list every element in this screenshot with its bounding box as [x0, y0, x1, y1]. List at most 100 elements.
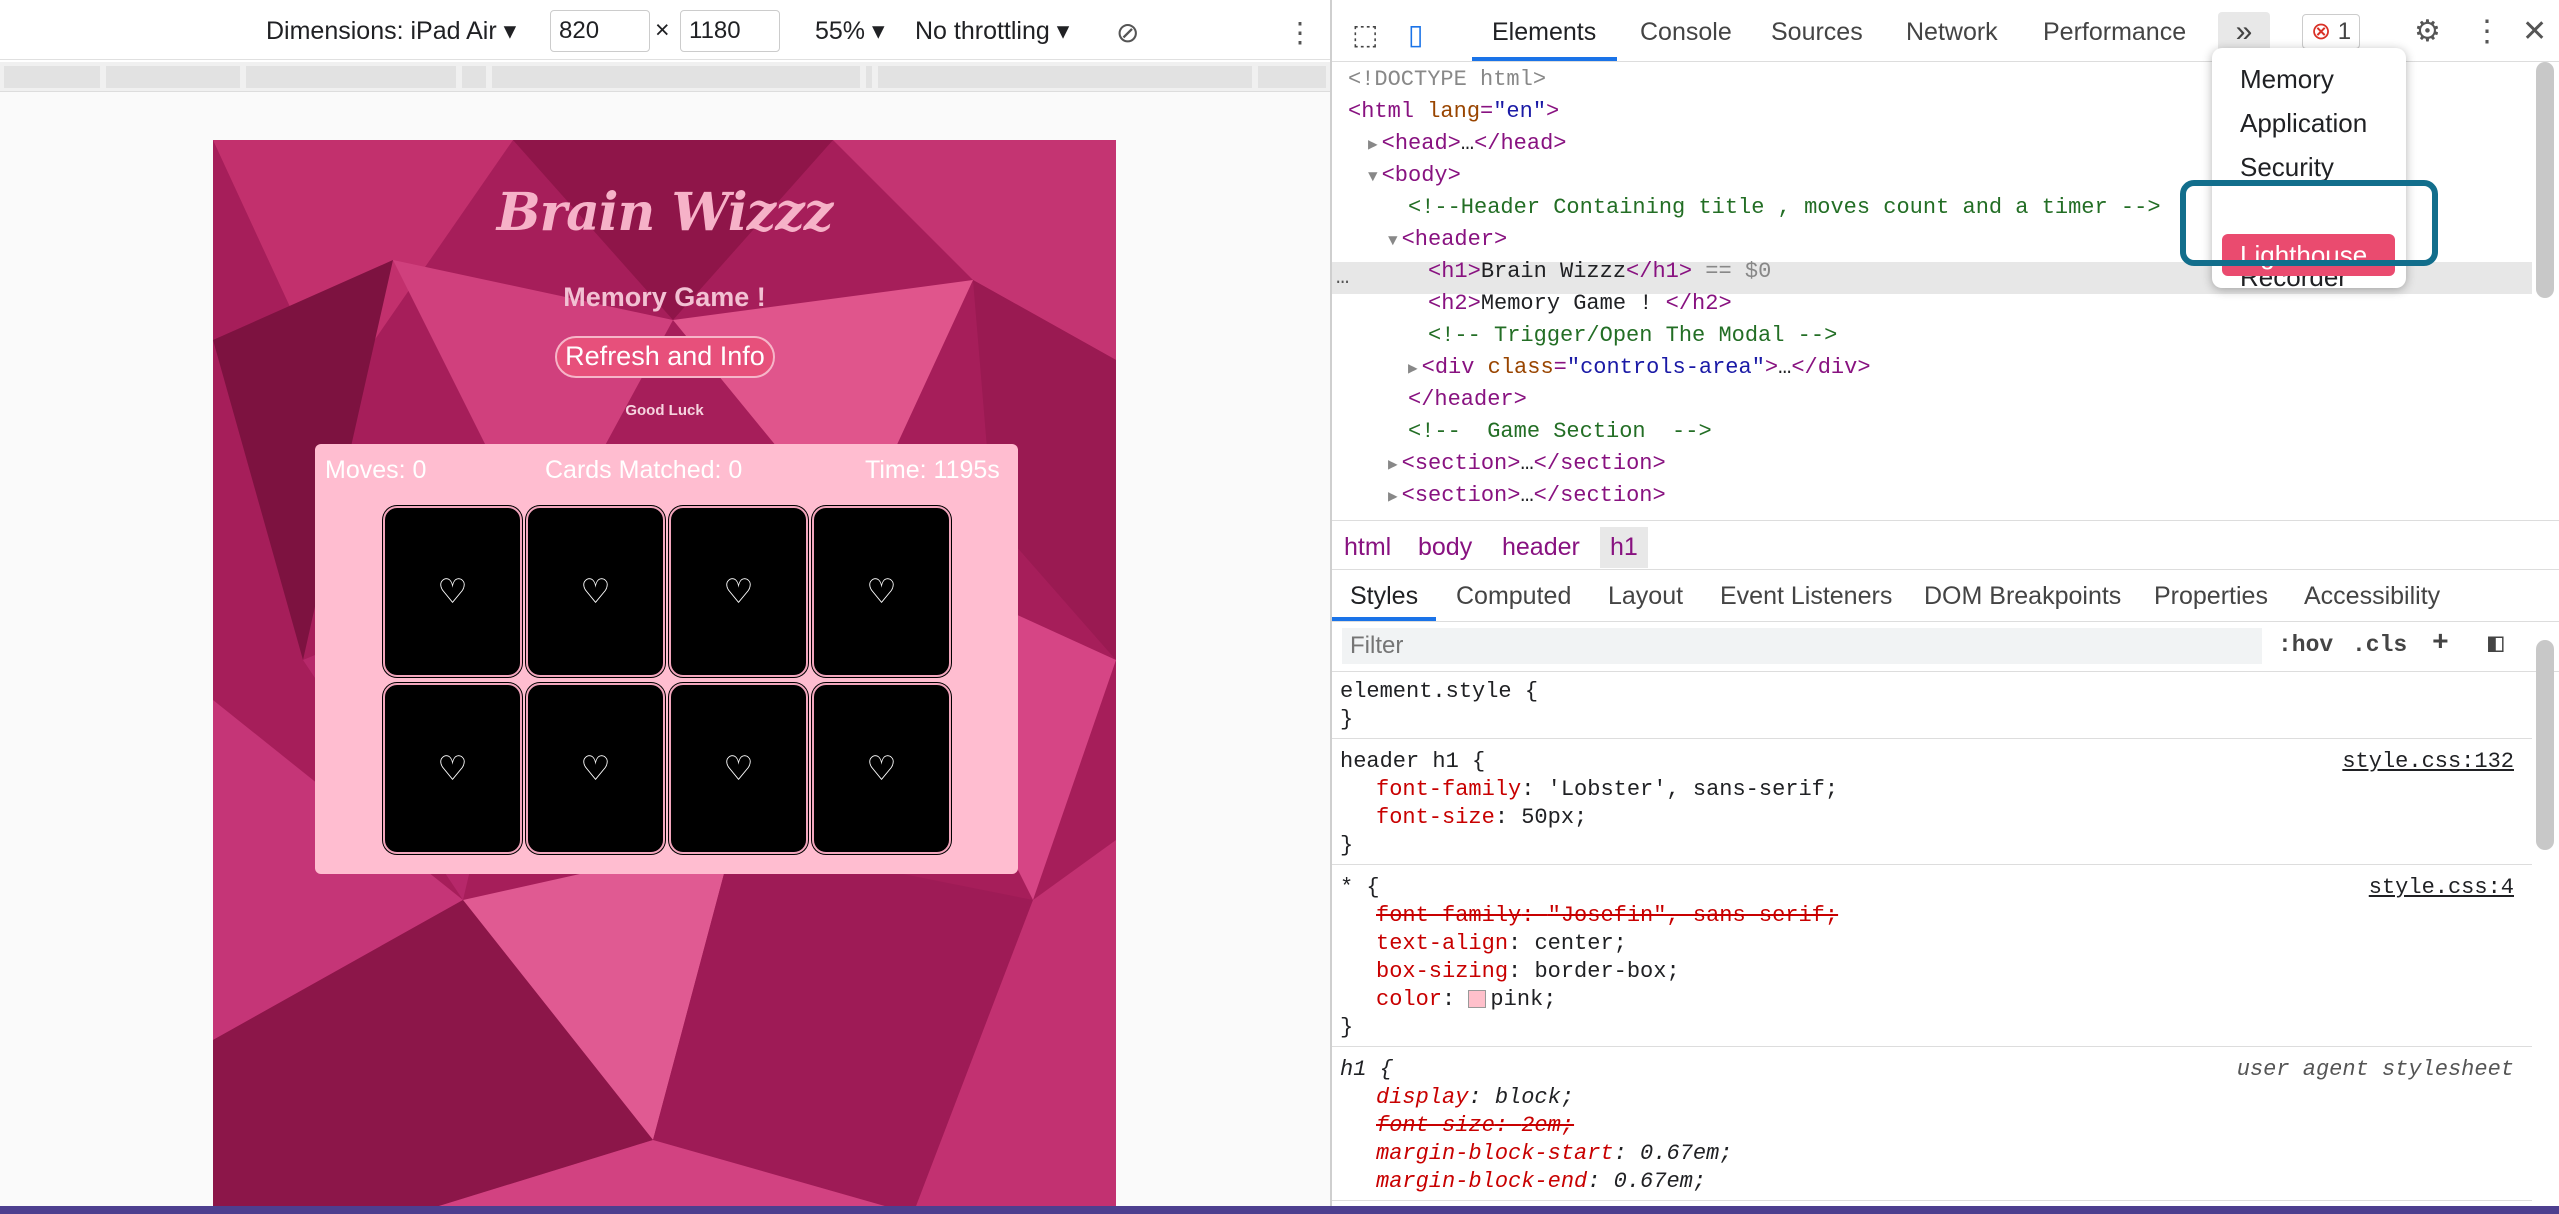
bottom-edge [0, 1206, 2559, 1214]
rule-selector[interactable]: * { [1340, 874, 1380, 902]
dom-token: </h1> [1626, 259, 1693, 284]
rule-source-link[interactable]: style.css:4 [2369, 874, 2514, 902]
more-tabs-button[interactable]: » [2218, 12, 2270, 52]
breadcrumb-h1[interactable]: h1 [1600, 527, 1648, 568]
heart-icon: ♡ [437, 572, 468, 612]
tab-network[interactable]: Network [1906, 18, 1998, 47]
rule-selector[interactable]: h1 { [1340, 1056, 1393, 1084]
tab-dom-breakpoints[interactable]: DOM Breakpoints [1924, 582, 2121, 611]
memory-card[interactable]: ♡ [526, 506, 665, 677]
tab-styles[interactable]: Styles [1350, 582, 1418, 611]
more-options-icon[interactable]: ⋮ [1286, 16, 1314, 49]
color-swatch[interactable] [1468, 990, 1487, 1009]
dom-token: … [1460, 131, 1475, 156]
style-declaration[interactable]: font-size: 50px; [1376, 804, 1587, 832]
dom-node-line[interactable]: ▶ <section>…</section> [1388, 480, 1666, 512]
dom-token: <head> [1381, 131, 1461, 156]
style-declaration[interactable]: box-sizing: border-box; [1376, 958, 1680, 986]
device-toggle-icon[interactable]: ▯ [1408, 18, 1423, 51]
dom-node-line[interactable]: <!-- Game Section --> [1408, 416, 1712, 448]
declaration-colon: : [1494, 1113, 1522, 1138]
device-width-input[interactable] [550, 10, 650, 52]
hov-toggle[interactable]: :hov [2278, 632, 2333, 658]
memory-card[interactable]: ♡ [812, 683, 951, 854]
tab-sources[interactable]: Sources [1771, 18, 1863, 47]
breadcrumb-html[interactable]: html [1344, 533, 1391, 562]
dom-node-line[interactable]: <html lang="en"> [1348, 96, 1559, 128]
settings-gear-icon[interactable]: ⚙ [2414, 14, 2441, 49]
tab-performance[interactable]: Performance [2043, 18, 2186, 47]
disclosure-triangle-icon: ▼ [1368, 168, 1378, 186]
throttling-select[interactable]: No throttling ▾ [915, 16, 1069, 46]
memory-card[interactable]: ♡ [669, 506, 808, 677]
memory-card[interactable]: ♡ [526, 683, 665, 854]
devtools-menu-icon[interactable]: ⋮ [2472, 14, 2502, 49]
refresh-info-button[interactable]: Refresh and Info [555, 336, 775, 378]
zoom-select[interactable]: 55% ▾ [815, 16, 885, 46]
style-declaration[interactable]: margin-block-start: 0.67em; [1376, 1140, 1732, 1168]
inspect-element-icon[interactable]: ⬚ [1352, 18, 1378, 51]
style-declaration[interactable]: display: block; [1376, 1084, 1574, 1112]
style-declaration[interactable]: text-align: center; [1376, 930, 1627, 958]
disclosure-triangle-icon: ▶ [1408, 360, 1418, 378]
declaration-colon: : [1508, 931, 1535, 956]
declaration-colon: : [1508, 959, 1535, 984]
property-value: 0.67em; [1640, 1141, 1733, 1166]
memory-card[interactable]: ♡ [669, 683, 808, 854]
memory-card[interactable]: ♡ [812, 506, 951, 677]
tab-properties[interactable]: Properties [2154, 582, 2268, 611]
style-declaration[interactable]: font-family: 'Lobster', sans-serif; [1376, 776, 1838, 804]
memory-card[interactable]: ♡ [383, 683, 522, 854]
menu-item-memory[interactable]: Memory [2240, 64, 2334, 95]
menu-item-application[interactable]: Application [2240, 108, 2367, 139]
dom-node-line[interactable]: <!DOCTYPE html> [1348, 64, 1546, 96]
dom-node-line[interactable]: <!--Header Containing title , moves coun… [1408, 192, 2161, 224]
dom-node-line[interactable]: <h1>Brain Wizzz</h1> == $0 [1428, 256, 1771, 288]
breadcrumb-header[interactable]: header [1502, 533, 1580, 562]
error-counter[interactable]: ⊗ 1 [2302, 14, 2361, 49]
style-declaration[interactable]: margin-block-end: 0.67em; [1376, 1168, 1706, 1196]
tab-elements[interactable]: Elements [1492, 18, 1596, 47]
dom-node-line[interactable]: </header> [1408, 384, 1527, 416]
breadcrumb-body[interactable]: body [1418, 533, 1472, 562]
tab-layout[interactable]: Layout [1608, 582, 1683, 611]
rule-selector[interactable]: header h1 { [1340, 748, 1485, 776]
styles-scrollbar[interactable] [2536, 640, 2554, 850]
dom-node-line[interactable]: <h2>Memory Game ! </h2> [1428, 288, 1732, 320]
dom-node-line[interactable]: ▶ <section>…</section> [1388, 448, 1666, 480]
rule-source-link[interactable]: style.css:132 [2342, 748, 2514, 776]
good-luck-text: Good Luck [625, 402, 704, 419]
tab-computed[interactable]: Computed [1456, 582, 1571, 611]
tab-event-listeners[interactable]: Event Listeners [1720, 582, 1892, 611]
property-name: display [1376, 1085, 1469, 1110]
close-icon[interactable]: ✕ [2522, 14, 2547, 49]
dom-node-line[interactable]: ▼ <header> [1388, 224, 1507, 256]
menu-item-security[interactable]: Security [2240, 152, 2334, 183]
style-declaration[interactable]: font-family: "Josefin", sans-serif; [1376, 902, 1838, 930]
dom-tree-scrollbar[interactable] [2536, 62, 2554, 298]
property-name: margin-block-start [1376, 1141, 1614, 1166]
styles-filter-input[interactable] [1342, 628, 2262, 664]
rotate-icon[interactable]: ⊘ [1116, 16, 1139, 49]
dom-node-line[interactable]: ▼ <body> [1368, 160, 1461, 192]
device-dimensions-select[interactable]: Dimensions: iPad Air ▾ [266, 16, 516, 46]
dom-node-line[interactable]: ▶ <div class="controls-area">…</div> [1408, 352, 1871, 384]
tab-accessibility[interactable]: Accessibility [2304, 582, 2440, 611]
new-rule-button[interactable]: + [2432, 628, 2449, 659]
device-height-input[interactable] [680, 10, 780, 52]
style-declaration[interactable]: font-size: 2em; [1376, 1112, 1574, 1140]
node-more-icon[interactable]: … [1336, 262, 1349, 294]
styles-filter-bar: :hov .cls + ◧ [1332, 622, 2559, 672]
dom-node-line[interactable]: ▶ <head>…</head> [1368, 128, 1566, 160]
style-declaration[interactable]: color: pink; [1376, 986, 1556, 1014]
menu-item-recorder[interactable]: Recorder [2240, 276, 2347, 288]
dom-token: … [1520, 483, 1534, 508]
cls-toggle[interactable]: .cls [2352, 632, 2407, 658]
memory-card[interactable]: ♡ [383, 506, 522, 677]
tab-console[interactable]: Console [1640, 18, 1732, 47]
toggle-sidebar-icon[interactable]: ◧ [2488, 628, 2504, 659]
dom-token: "controls-area" [1566, 355, 1765, 380]
rule-source-link[interactable]: user agent stylesheet [2237, 1056, 2514, 1084]
rule-selector[interactable]: element.style { [1340, 678, 1538, 706]
dom-node-line[interactable]: <!-- Trigger/Open The Modal --> [1428, 320, 1837, 352]
